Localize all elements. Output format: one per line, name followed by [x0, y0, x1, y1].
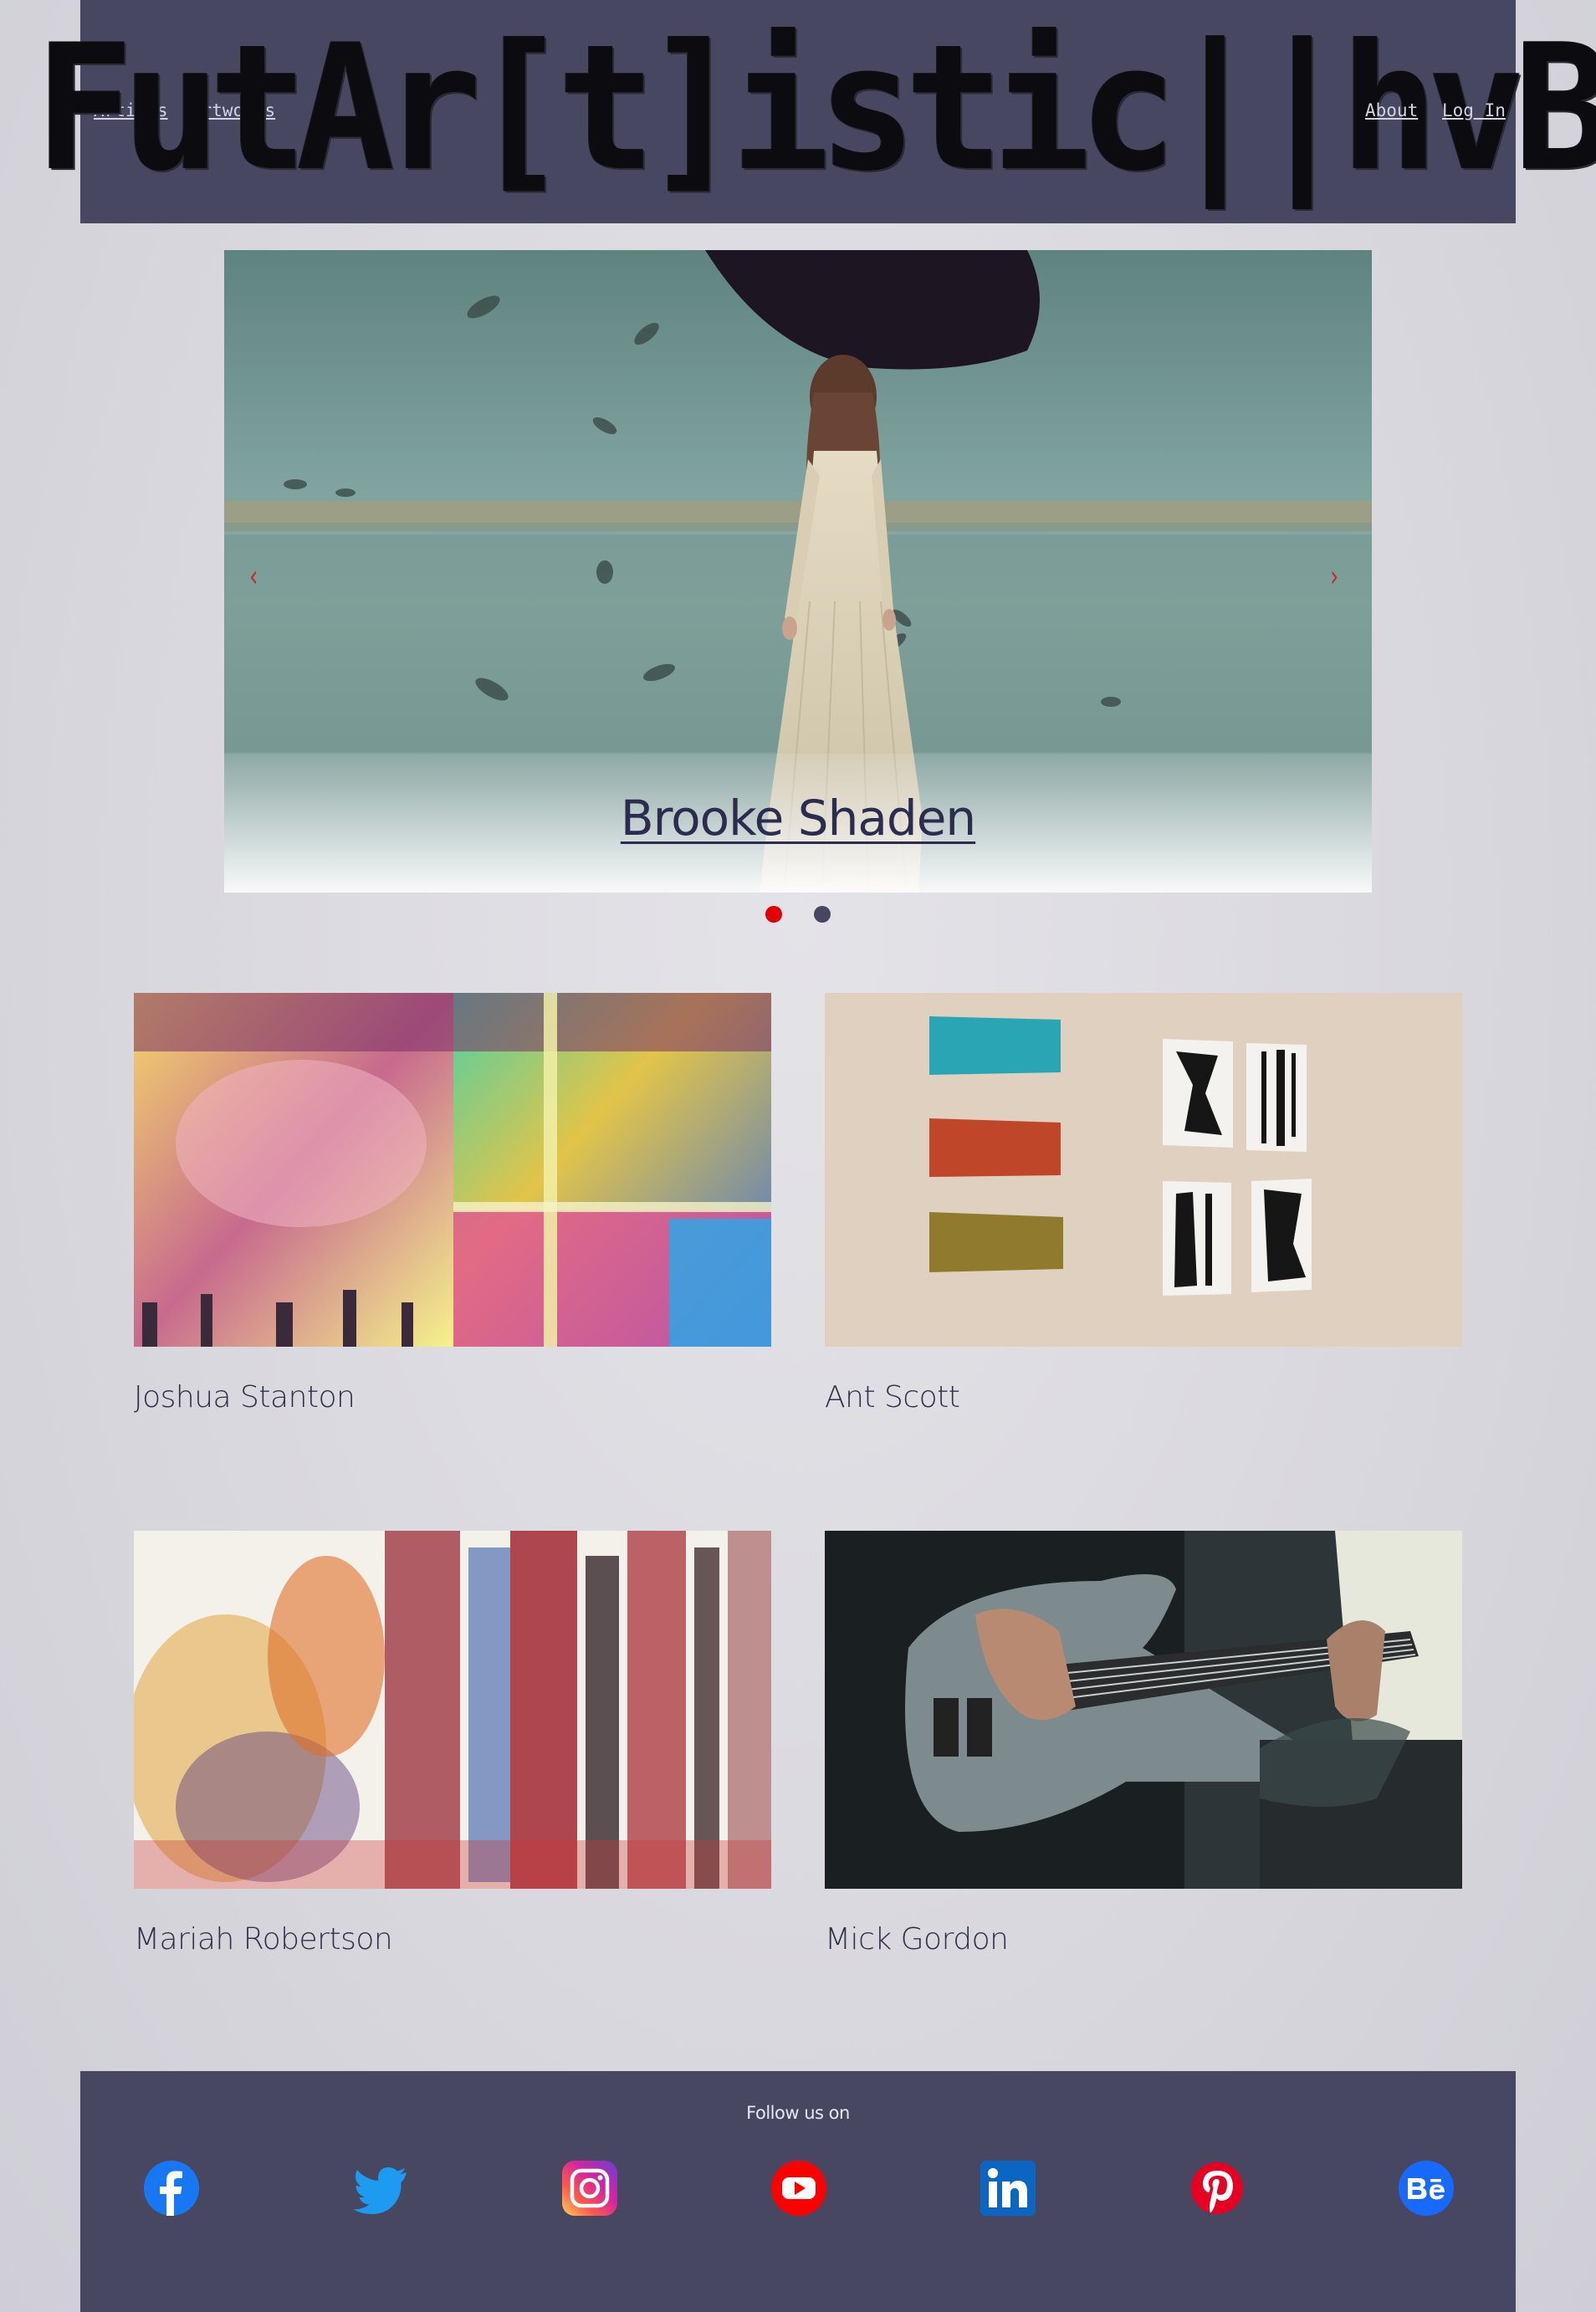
slider-next-arrow[interactable]: › — [1330, 560, 1338, 594]
artist-thumbnail[interactable] — [134, 993, 771, 1347]
slider-dot-2[interactable] — [814, 906, 831, 923]
follow-us-label: Follow us on — [746, 2103, 850, 2123]
instagram-icon[interactable] — [562, 2161, 617, 2216]
artist-name[interactable]: Ant Scott — [825, 1380, 960, 1414]
site-header: Artists Artworks FutAr[t]istic||hvB Abou… — [35, 0, 1596, 223]
artist-thumbnail[interactable] — [134, 1531, 771, 1889]
nav-link-log-in[interactable]: Log In — [1442, 100, 1506, 120]
featured-slider: Brooke Shaden ‹ › — [224, 250, 1372, 893]
slider-dot-1[interactable] — [765, 906, 782, 923]
artist-thumbnail[interactable] — [825, 1531, 1462, 1889]
site-footer: Follow us on — [80, 2071, 1516, 2312]
behance-icon[interactable] — [1399, 2161, 1454, 2216]
artist-thumbnail[interactable] — [825, 993, 1462, 1347]
artist-name[interactable]: Joshua Stanton — [134, 1380, 356, 1414]
twitter-icon[interactable] — [353, 2161, 408, 2216]
slide-caption-link[interactable]: Brooke Shaden — [224, 790, 1372, 847]
artist-name[interactable]: Mariah Robertson — [134, 1922, 393, 1957]
nav-link-about[interactable]: About — [1365, 100, 1418, 120]
artist-name[interactable]: Mick Gordon — [825, 1922, 1009, 1957]
page: Artists Artworks FutAr[t]istic||hvB Abou… — [35, 0, 1596, 2312]
site-logo[interactable]: FutAr[t]istic||hvB — [35, 20, 1596, 197]
pinterest-icon[interactable] — [1189, 2161, 1245, 2216]
slider-prev-arrow[interactable]: ‹ — [249, 560, 258, 594]
youtube-icon[interactable] — [771, 2161, 826, 2216]
facebook-icon[interactable] — [144, 2161, 199, 2216]
linkedin-icon[interactable] — [980, 2161, 1036, 2216]
